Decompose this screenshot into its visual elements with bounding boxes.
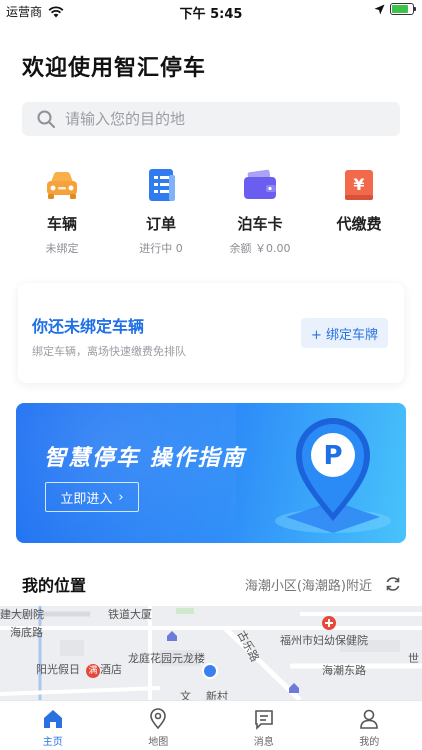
map-label: 建大剧院 — [0, 608, 44, 621]
quick-item-vehicle[interactable]: 车辆 未绑定 — [12, 165, 112, 256]
quick-item-parking-card[interactable]: 泊车卡 余额 ￥0.00 — [210, 165, 310, 256]
building-icon — [167, 631, 177, 641]
refresh-icon[interactable] — [384, 575, 402, 593]
map-label: 海潮东路 — [322, 664, 366, 677]
map-view[interactable]: 建大剧院 铁道大厦 海底路 福州市妇幼保健院 阳光假日 满 酒店 龙庭花园元龙楼… — [0, 606, 422, 700]
tab-profile[interactable]: 我的 — [317, 701, 422, 750]
app-screen: 运营商 下午 5:45 欢迎使用智汇停车 请输入您的目的地 车辆 未绑定 订单 … — [0, 0, 422, 750]
map-label: 新村 — [206, 690, 228, 700]
map-label: 阳光假日 — [36, 663, 80, 676]
map-label: 福州市妇幼保健院 — [280, 634, 368, 647]
chevron-right-icon: › — [118, 489, 124, 505]
bind-vehicle-card: 你还未绑定车辆 绑定车辆，离场快速缴费免排队 + 绑定车牌 — [18, 283, 404, 383]
tab-messages-label: 消息 — [253, 737, 274, 748]
bind-card-title: 你还未绑定车辆 — [32, 317, 145, 336]
status-right — [374, 3, 416, 15]
map-label: 文 — [180, 690, 191, 700]
quick-menu: 车辆 未绑定 订单 进行中 0 泊车卡 余额 ￥0.00 ¥ 代缴费 — [0, 165, 422, 265]
page-title: 欢迎使用智汇停车 — [22, 56, 207, 81]
hospital-icon — [322, 616, 336, 630]
quick-sub-parking-card: 余额 ￥0.00 — [229, 242, 291, 255]
tab-map-label: 地图 — [148, 737, 169, 748]
payment-icon: ¥ — [345, 170, 373, 200]
building-icon — [289, 683, 299, 693]
map-label: 酒店 — [100, 663, 122, 676]
svg-text:¥: ¥ — [353, 175, 364, 194]
battery-icon — [390, 3, 416, 15]
search-input[interactable] — [65, 110, 385, 128]
location-arrow-icon — [374, 4, 385, 14]
wallet-icon — [244, 169, 276, 199]
enter-now-button[interactable]: 立即进入 › — [45, 482, 139, 512]
user-icon — [360, 709, 379, 729]
message-icon — [254, 710, 273, 730]
current-location-icon — [202, 663, 218, 679]
car-icon — [47, 172, 77, 199]
banner-title: 智慧停车 操作指南 — [44, 446, 246, 471]
quick-sub-orders: 进行中 0 — [139, 242, 183, 255]
battery-fill — [392, 5, 408, 13]
banner-logo-letter: P — [323, 441, 342, 471]
status-bar: 运营商 下午 5:45 — [0, 0, 422, 22]
quick-label-payment: 代缴费 — [336, 215, 382, 233]
map-label: 海底路 — [10, 626, 43, 639]
guide-banner[interactable]: 智慧停车 操作指南 立即进入 › P — [16, 403, 406, 543]
quick-label-orders: 订单 — [145, 215, 176, 233]
bind-plate-button[interactable]: + 绑定车牌 — [300, 318, 388, 348]
location-title: 我的位置 — [22, 576, 87, 595]
map-pin-icon — [150, 708, 167, 730]
map-label: 满 — [86, 664, 100, 678]
quick-label-vehicle: 车辆 — [46, 215, 77, 233]
status-time: 下午 5:45 — [179, 7, 243, 22]
quick-item-orders[interactable]: 订单 进行中 0 — [111, 165, 211, 256]
home-icon — [43, 710, 62, 728]
parking-pin-icon: P — [275, 418, 391, 533]
banner-glow — [16, 403, 236, 543]
tab-bar: 主页 地图 消息 我的 — [0, 700, 422, 750]
map-label: 世 — [408, 652, 419, 665]
map-label: 龙庭花园元龙楼 — [128, 652, 205, 665]
tab-profile-label: 我的 — [359, 737, 380, 748]
quick-sub-vehicle: 未绑定 — [45, 242, 79, 255]
quick-label-parking-card: 泊车卡 — [237, 215, 283, 233]
tab-home-label: 主页 — [42, 737, 63, 748]
tab-home[interactable]: 主页 — [0, 701, 106, 750]
search-icon — [37, 110, 55, 128]
quick-item-payment[interactable]: ¥ 代缴费 — [309, 165, 409, 240]
order-icon — [149, 169, 175, 201]
bind-card-desc: 绑定车辆，离场快速缴费免排队 — [32, 345, 186, 358]
search-bar[interactable] — [22, 102, 400, 136]
tab-messages[interactable]: 消息 — [211, 701, 317, 750]
map-roads — [0, 606, 422, 700]
location-address: 海潮小区(海潮路)附近 — [244, 579, 372, 594]
tab-map[interactable]: 地图 — [106, 701, 212, 750]
map-label: 铁道大厦 — [108, 608, 152, 621]
enter-now-label: 立即进入 — [60, 491, 113, 507]
